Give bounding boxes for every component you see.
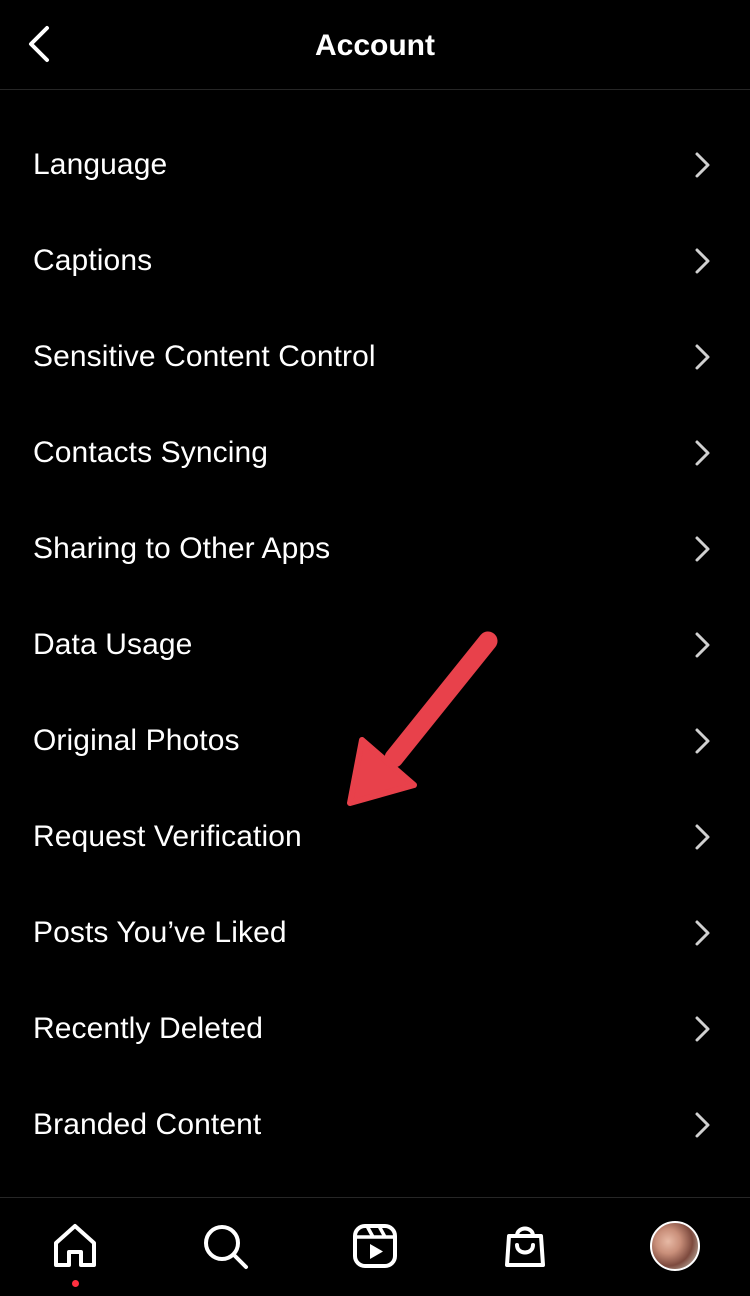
chevron-right-icon [695,536,710,562]
menu-item-branded-content[interactable]: Branded Content [0,1077,750,1173]
header: Account [0,0,750,90]
reels-icon [353,1224,397,1268]
tab-search[interactable] [197,1218,253,1274]
menu-item-posts-youve-liked[interactable]: Posts You’ve Liked [0,885,750,981]
menu-item-label: Request Verification [33,820,302,853]
shop-icon [505,1226,545,1267]
menu-item-label: Sensitive Content Control [33,340,376,373]
menu-item-original-photos[interactable]: Original Photos [0,693,750,789]
menu-item-contacts-syncing[interactable]: Contacts Syncing [0,405,750,501]
menu-item-language[interactable]: Language [0,117,750,213]
menu-item-label: Original Photos [33,724,240,757]
search-icon [204,1225,248,1269]
menu-item-sharing-to-other-apps[interactable]: Sharing to Other Apps [0,501,750,597]
bottom-tab-bar [0,1197,750,1296]
chevron-right-icon [695,344,710,370]
tab-reels[interactable] [347,1218,403,1274]
chevron-right-icon [695,1112,710,1138]
profile-avatar [650,1221,700,1271]
menu-item-label: Recently Deleted [33,1012,264,1045]
menu-item-label: Posts You’ve Liked [33,916,287,949]
chevron-right-icon [695,728,710,754]
home-icon [54,1224,96,1267]
tab-home[interactable] [47,1218,103,1274]
menu-item-label: Data Usage [33,628,193,661]
tab-profile[interactable] [647,1218,703,1274]
settings-menu: Language Captions Sensitive Content Cont… [0,117,750,1173]
menu-item-data-usage[interactable]: Data Usage [0,597,750,693]
menu-item-label: Contacts Syncing [33,436,269,469]
menu-item-request-verification[interactable]: Request Verification [0,789,750,885]
chevron-right-icon [695,632,710,658]
page-title: Account [315,29,435,62]
chevron-right-icon [695,920,710,946]
chevron-right-icon [695,440,710,466]
menu-item-recently-deleted[interactable]: Recently Deleted [0,981,750,1077]
menu-item-label: Sharing to Other Apps [33,532,331,565]
tab-shop[interactable] [497,1218,553,1274]
menu-item-label: Captions [33,244,153,277]
menu-item-captions[interactable]: Captions [0,213,750,309]
chevron-right-icon [695,1016,710,1042]
menu-item-label: Language [33,148,168,181]
chevron-right-icon [695,824,710,850]
chevron-right-icon [695,152,710,178]
menu-item-sensitive-content-control[interactable]: Sensitive Content Control [0,309,750,405]
notification-dot [72,1280,79,1287]
chevron-right-icon [695,248,710,274]
menu-item-label: Branded Content [33,1108,262,1141]
